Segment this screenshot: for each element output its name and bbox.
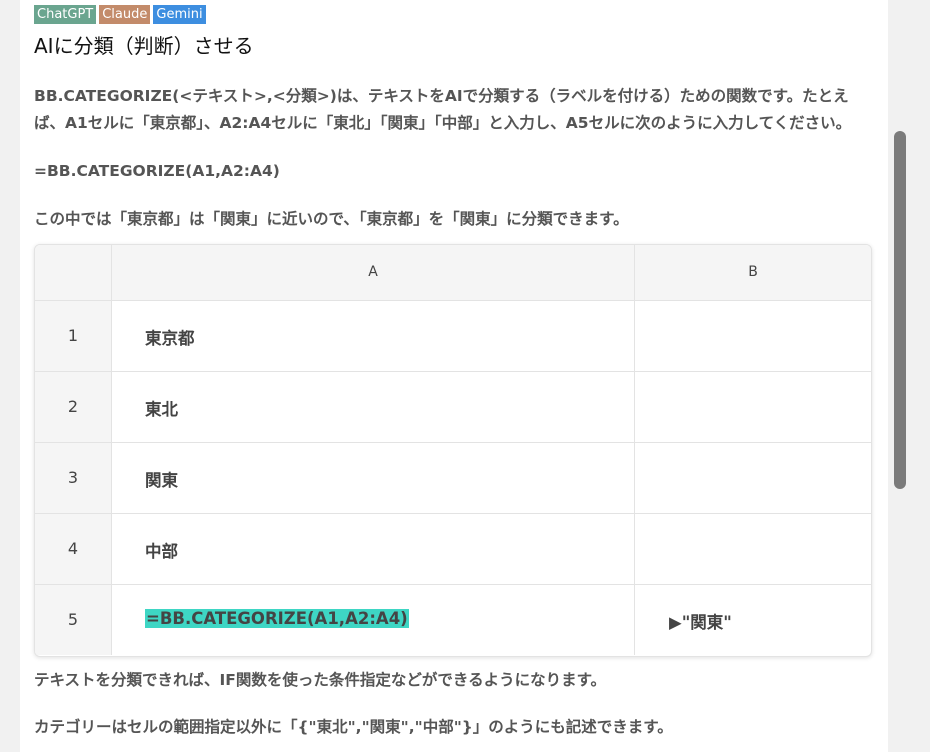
- scrollbar-thumb[interactable]: [894, 131, 906, 489]
- badge-claude: Claude: [99, 5, 151, 24]
- explain-paragraph: この中では「東京都」は「関東」に近いので、「東京都」を「関東」に分類できます。: [34, 210, 629, 228]
- table-row: 2 東北: [35, 372, 871, 443]
- cell-b4: [635, 514, 871, 584]
- formula-cell-value: =BB.CATEGORIZE(A1,A2:A4): [145, 609, 409, 628]
- page-title: AIに分類（判断）させる: [34, 34, 254, 58]
- cell-a1: 東京都: [112, 301, 635, 371]
- table-row: 1 東京都: [35, 301, 871, 372]
- row-number: 2: [35, 372, 112, 442]
- cell-value: 関東: [145, 471, 178, 490]
- row-number: 5: [35, 585, 112, 655]
- cell-value: 東北: [145, 400, 178, 419]
- formula-paragraph: =BB.CATEGORIZE(A1,A2:A4): [34, 162, 280, 180]
- category-note-paragraph: カテゴリーはセルの範囲指定以外に「{"東北","関東","中部"}」のようにも記…: [34, 718, 673, 736]
- column-header-label: B: [748, 264, 758, 280]
- cell-b2: [635, 372, 871, 442]
- cell-b1: [635, 301, 871, 371]
- cell-b3: [635, 443, 871, 513]
- cell-a5: =BB.CATEGORIZE(A1,A2:A4): [112, 585, 635, 655]
- result-cell-value: ▶"関東": [669, 613, 732, 632]
- cell-a4: 中部: [112, 514, 635, 584]
- table-row: 3 関東: [35, 443, 871, 514]
- cell-b5: ▶"関東": [635, 585, 871, 655]
- corner-header: [35, 245, 112, 301]
- after-paragraph: テキストを分類できれば、IF関数を使った条件指定などができるようになります。: [34, 671, 607, 689]
- row-number: 1: [35, 301, 112, 371]
- intro-paragraph: BB.CATEGORIZE(<テキスト>,<分類>)は、テキストをAIで分類する…: [34, 87, 852, 132]
- row-number: 4: [35, 514, 112, 584]
- spreadsheet-example: A B 1 東京都 2 東北 3 関東 4 中部 5 =BB.CATEGORIZ…: [34, 244, 872, 657]
- column-header-a: A: [112, 245, 635, 301]
- badge-gemini: Gemini: [153, 5, 206, 24]
- table-row: 5 =BB.CATEGORIZE(A1,A2:A4) ▶"関東": [35, 585, 871, 655]
- table-row: 4 中部: [35, 514, 871, 585]
- column-header-label: A: [368, 264, 378, 280]
- content-page: ChatGPT Claude Gemini AIに分類（判断）させる BB.CA…: [20, 0, 888, 752]
- cell-a2: 東北: [112, 372, 635, 442]
- badge-chatgpt: ChatGPT: [34, 5, 97, 24]
- ai-badges: ChatGPT Claude Gemini: [34, 5, 206, 24]
- cell-value: 東京都: [145, 329, 195, 348]
- cell-value: 中部: [145, 542, 178, 561]
- cell-a3: 関東: [112, 443, 635, 513]
- row-number: 3: [35, 443, 112, 513]
- column-header-b: B: [635, 245, 871, 301]
